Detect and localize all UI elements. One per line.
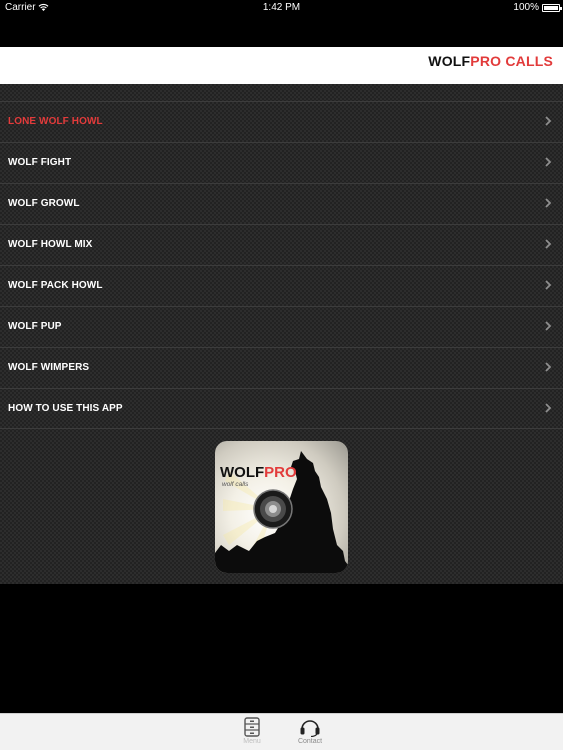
tab-contact[interactable]: Contact [285, 717, 335, 745]
tab-label: Contact [297, 738, 323, 745]
tab-label: Menu [243, 738, 261, 745]
chevron-right-icon [545, 157, 552, 167]
menu-item-label: WOLF PUP [8, 321, 62, 332]
menu-item-label: WOLF GROWL [8, 198, 80, 209]
chevron-right-icon [545, 403, 552, 413]
tab-bar: Menu Contact [0, 713, 563, 750]
chevron-right-icon [545, 321, 552, 331]
menu-item-wolf-wimpers[interactable]: WOLF WIMPERS [0, 347, 563, 388]
battery-percent: 100% [513, 2, 539, 13]
status-bar: Carrier 1:42 PM 100% [0, 0, 563, 16]
chevron-right-icon [545, 198, 552, 208]
menu-item-label: HOW TO USE THIS APP [8, 403, 123, 414]
menu-item-wolf-fight[interactable]: WOLF FIGHT [0, 142, 563, 183]
menu-item-label: WOLF PACK HOWL [8, 280, 103, 291]
blank-area [0, 584, 563, 713]
battery-icon [542, 4, 562, 12]
logo-text-wolf: WOLF [220, 464, 264, 481]
menu-item-label: WOLF FIGHT [8, 157, 72, 168]
menu-item-wolf-pup[interactable]: WOLF PUP [0, 306, 563, 347]
menu-drawer-icon [244, 717, 260, 737]
menu-item-how-to-use[interactable]: HOW TO USE THIS APP [0, 388, 563, 429]
chevron-right-icon [545, 116, 552, 126]
menu-item-wolf-pack-howl[interactable]: WOLF PACK HOWL [0, 265, 563, 306]
headset-icon [300, 720, 320, 737]
title-part-wolf: WOLF [428, 53, 471, 69]
header: WOLFPRO CALLS [0, 47, 563, 84]
logo-subtitle: wolf calls [222, 481, 249, 488]
chevron-right-icon [545, 280, 552, 290]
chevron-right-icon [545, 239, 552, 249]
menu-item-label: WOLF HOWL MIX [8, 239, 93, 250]
logo-text-pro: PRO [264, 464, 297, 481]
app-logo: WOLFPRO wolf calls [215, 441, 348, 573]
menu-item-wolf-growl[interactable]: WOLF GROWL [0, 183, 563, 224]
menu-item-label: WOLF WIMPERS [8, 362, 90, 373]
chevron-right-icon [545, 362, 552, 372]
svg-text:WOLFPRO: WOLFPRO [220, 464, 297, 481]
page-title: WOLFPRO CALLS [428, 53, 553, 69]
menu-item-wolf-howl-mix[interactable]: WOLF HOWL MIX [0, 224, 563, 265]
speaker-icon [253, 489, 293, 529]
tab-menu[interactable]: Menu [227, 717, 277, 745]
menu-item-label: LONE WOLF HOWL [8, 116, 103, 127]
menu-item-lone-wolf-howl[interactable]: LONE WOLF HOWL [0, 101, 563, 142]
clock: 1:42 PM [262, 2, 301, 13]
top-spacer [0, 16, 563, 47]
menu-list: LONE WOLF HOWL WOLF FIGHT WOLF GROWL WOL… [0, 101, 563, 429]
title-part-pro-calls: PRO CALLS [470, 53, 553, 69]
